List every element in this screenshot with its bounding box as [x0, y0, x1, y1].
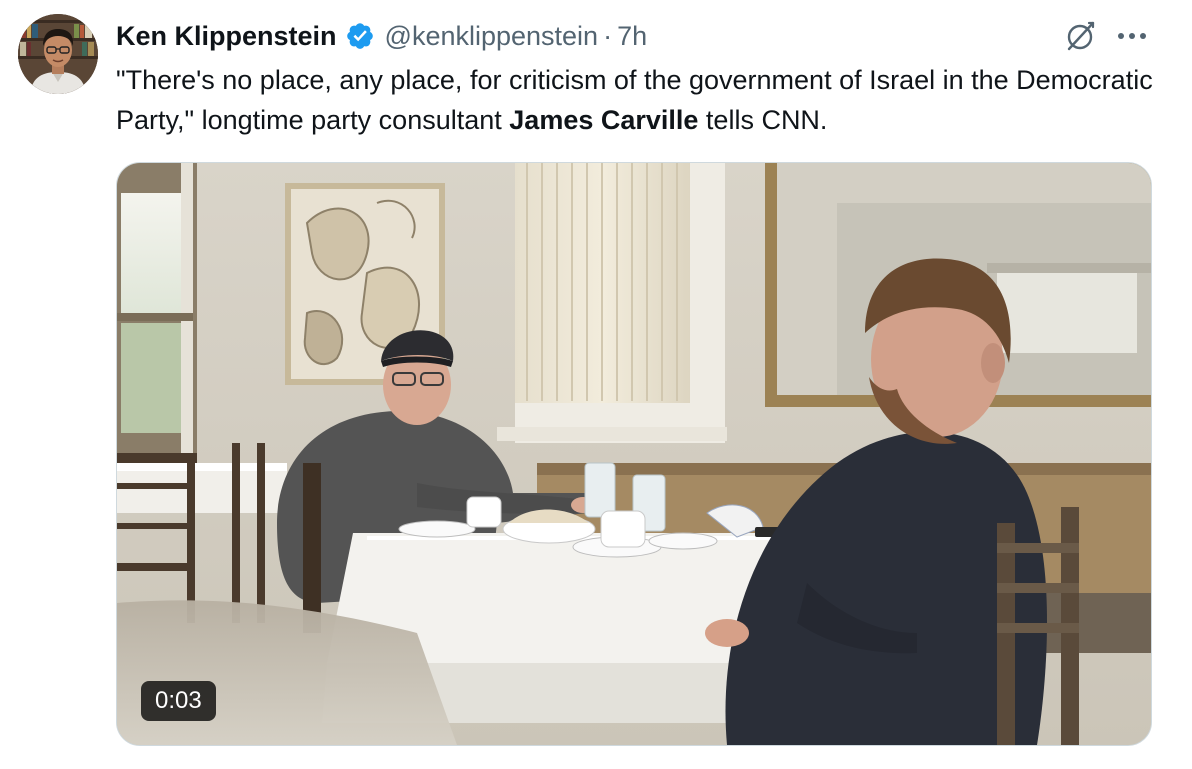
author-avatar[interactable]: [18, 14, 98, 94]
verified-badge-icon[interactable]: [345, 21, 375, 51]
header-separator: ·: [603, 21, 613, 51]
author-handle[interactable]: @kenklippenstein: [385, 18, 599, 54]
video-player[interactable]: 0:03: [116, 162, 1152, 746]
tweet-timestamp[interactable]: 7h: [617, 18, 647, 54]
tweet-card[interactable]: Ken Klippenstein @kenklippenstein · 7h "…: [0, 0, 1192, 769]
tweet-text: "There's no place, any place, for critic…: [116, 60, 1156, 140]
video-frame: [117, 163, 1151, 745]
grok-icon[interactable]: [1060, 16, 1100, 56]
video-duration-badge: 0:03: [141, 681, 216, 721]
tweet-header: Ken Klippenstein @kenklippenstein · 7h: [116, 18, 647, 54]
tweet-text-outro: tells CNN.: [698, 105, 828, 135]
mentioned-person-name: James Carville: [509, 105, 699, 135]
more-options-icon[interactable]: [1112, 18, 1152, 54]
author-display-name[interactable]: Ken Klippenstein: [116, 18, 337, 54]
